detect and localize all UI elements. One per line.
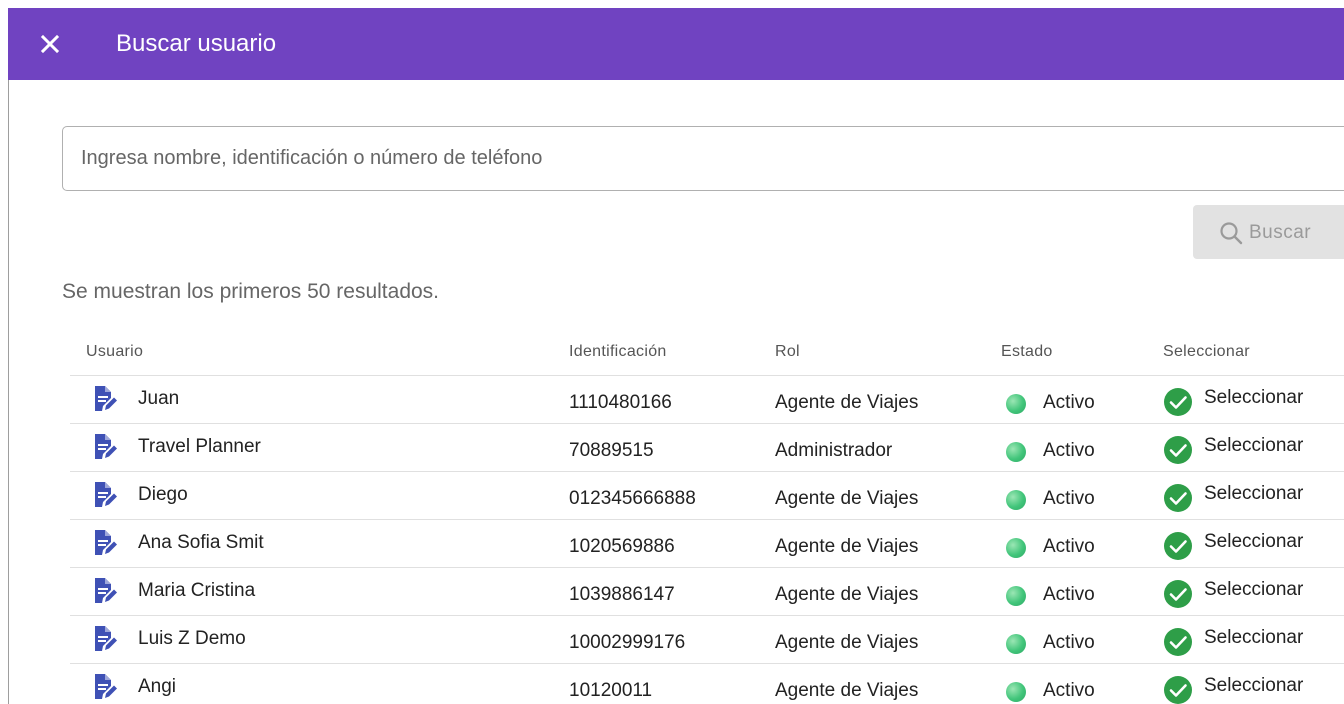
header-select: Seleccionar: [1163, 343, 1250, 360]
table-row: Luis Z Demo 10002999176 Agente de Viajes…: [70, 616, 1344, 664]
search-field[interactable]: [62, 126, 1344, 191]
user-role: Administrador: [775, 440, 893, 461]
table-row: Angi 10120011 Agente de Viajes Activo Se…: [70, 664, 1344, 704]
select-button[interactable]: Seleccionar: [1204, 435, 1303, 457]
user-id: 1110480166: [569, 392, 672, 413]
user-id: 10002999176: [569, 632, 686, 653]
user-state: Activo: [1043, 392, 1095, 413]
user-role: Agente de Viajes: [775, 392, 919, 413]
check-circle-icon[interactable]: [1163, 531, 1193, 561]
user-role: Agente de Viajes: [775, 536, 919, 557]
user-id: 1020569886: [569, 536, 675, 557]
table-row: Travel Planner 70889515 Administrador Ac…: [70, 424, 1344, 472]
user-state: Activo: [1043, 680, 1095, 701]
status-dot-icon: [1006, 394, 1026, 414]
user-name: Juan: [138, 388, 180, 409]
edit-document-icon[interactable]: [92, 528, 118, 558]
dialog-left-border: [8, 80, 9, 704]
select-button[interactable]: Seleccionar: [1204, 675, 1303, 697]
status-dot-icon: [1006, 490, 1026, 510]
results-note: Se muestran los primeros 50 resultados.: [62, 280, 440, 303]
edit-document-icon[interactable]: [92, 384, 118, 414]
users-table: Usuario Identificación Rol Estado Selecc…: [70, 328, 1344, 704]
edit-document-icon[interactable]: [92, 480, 118, 510]
table-row: Ana Sofia Smit 1020569886 Agente de Viaj…: [70, 520, 1344, 568]
table-row: Maria Cristina 1039886147 Agente de Viaj…: [70, 568, 1344, 616]
user-state: Activo: [1043, 632, 1095, 653]
header-role: Rol: [775, 343, 800, 360]
user-role: Agente de Viajes: [775, 632, 919, 653]
search-input[interactable]: [81, 127, 1331, 190]
user-state: Activo: [1043, 440, 1095, 461]
edit-document-icon[interactable]: [92, 672, 118, 702]
status-dot-icon: [1006, 586, 1026, 606]
select-button[interactable]: Seleccionar: [1204, 483, 1303, 505]
search-button[interactable]: Buscar: [1193, 205, 1344, 259]
edit-document-icon[interactable]: [92, 576, 118, 606]
table-header: Usuario Identificación Rol Estado Selecc…: [70, 328, 1344, 376]
user-id: 1039886147: [569, 584, 675, 605]
check-circle-icon[interactable]: [1163, 579, 1193, 609]
user-name: Maria Cristina: [138, 580, 256, 601]
status-dot-icon: [1006, 634, 1026, 654]
dialog-header: Buscar usuario: [8, 8, 1344, 80]
search-icon: [1220, 222, 1243, 245]
user-id: 70889515: [569, 440, 654, 461]
search-user-dialog: Buscar usuario Buscar Se muestran los pr…: [0, 0, 1344, 704]
select-button[interactable]: Seleccionar: [1204, 387, 1303, 409]
header-state: Estado: [1001, 343, 1053, 360]
close-button[interactable]: [36, 30, 64, 58]
user-id: 10120011: [569, 680, 653, 701]
select-button[interactable]: Seleccionar: [1204, 627, 1303, 649]
check-circle-icon[interactable]: [1163, 675, 1193, 704]
status-dot-icon: [1006, 442, 1026, 462]
user-role: Agente de Viajes: [775, 680, 919, 701]
check-circle-icon[interactable]: [1163, 627, 1193, 657]
user-state: Activo: [1043, 488, 1095, 509]
user-role: Agente de Viajes: [775, 488, 919, 509]
close-icon[interactable]: [36, 30, 64, 58]
user-name: Luis Z Demo: [138, 628, 246, 649]
user-name: Diego: [138, 484, 188, 505]
user-id: 012345666888: [569, 488, 696, 509]
user-name: Travel Planner: [138, 436, 261, 457]
check-circle-icon[interactable]: [1163, 387, 1193, 417]
check-circle-icon[interactable]: [1163, 435, 1193, 465]
table-row: Diego 012345666888 Agente de Viajes Acti…: [70, 472, 1344, 520]
select-button[interactable]: Seleccionar: [1204, 531, 1303, 553]
table-body: Juan 1110480166 Agente de Viajes Activo …: [70, 376, 1344, 704]
check-circle-icon[interactable]: [1163, 483, 1193, 513]
header-user: Usuario: [86, 343, 144, 360]
edit-document-icon[interactable]: [92, 432, 118, 462]
status-dot-icon: [1006, 682, 1026, 702]
select-button[interactable]: Seleccionar: [1204, 579, 1303, 601]
search-button-label: Buscar: [1249, 222, 1312, 243]
user-name: Ana Sofia Smit: [138, 532, 264, 553]
header-id: Identificación: [569, 343, 667, 360]
user-state: Activo: [1043, 584, 1095, 605]
status-dot-icon: [1006, 538, 1026, 558]
user-role: Agente de Viajes: [775, 584, 919, 605]
dialog-title: Buscar usuario: [116, 30, 277, 57]
table-row: Juan 1110480166 Agente de Viajes Activo …: [70, 376, 1344, 424]
edit-document-icon[interactable]: [92, 624, 118, 654]
user-name: Angi: [138, 676, 177, 697]
user-state: Activo: [1043, 536, 1095, 557]
